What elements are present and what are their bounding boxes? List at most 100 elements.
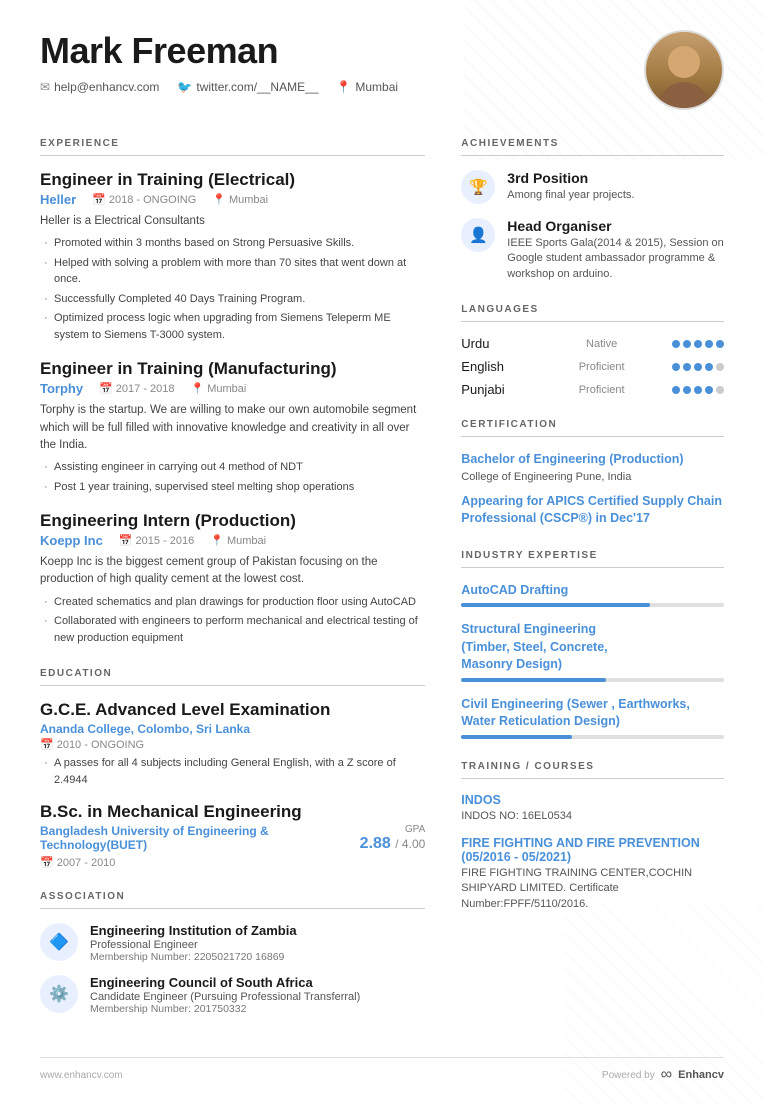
- pin-icon: 📍: [210, 534, 224, 547]
- lang-level-urdu: Native: [586, 338, 617, 350]
- training-name-0: INDOS: [461, 793, 724, 807]
- bullet-item: Optimized process logic when upgrading f…: [40, 310, 425, 343]
- footer-brand: Powered by ∞ Enhancv: [602, 1066, 724, 1084]
- expertise-entry-0: AutoCAD Drafting: [461, 582, 724, 608]
- achievement-desc-0: Among final year projects.: [507, 188, 634, 203]
- right-column: ACHIEVEMENTS 🏆 3rd Position Among final …: [461, 138, 724, 1037]
- association-section-title: ASSOCIATION: [40, 891, 425, 902]
- job-title-0: Engineer in Training (Electrical): [40, 170, 425, 190]
- training-entry-1: FIRE FIGHTING AND FIRE PREVENTION (05/20…: [461, 836, 724, 912]
- dot: [716, 340, 724, 348]
- assoc-info-1: Engineering Council of South Africa Cand…: [90, 975, 360, 1015]
- header-left: Mark Freeman ✉ help@enhancv.com 🐦 twitte…: [40, 30, 398, 94]
- achievement-entry-0: 🏆 3rd Position Among final year projects…: [461, 170, 724, 204]
- cert-entry-1: Appearing for APICS Certified Supply Cha…: [461, 493, 724, 528]
- job-desc-0: Heller is a Electrical Consultants: [40, 213, 425, 230]
- expertise-bar-bg-2: [461, 735, 724, 739]
- achievement-desc-1: IEEE Sports Gala(2014 & 2015), Session o…: [507, 236, 724, 282]
- job-bullets-1: Assisting engineer in carrying out 4 met…: [40, 459, 425, 495]
- location-contact: 📍 Mumbai: [336, 80, 398, 94]
- achievement-info-1: Head Organiser IEEE Sports Gala(2014 & 2…: [507, 218, 724, 282]
- header: Mark Freeman ✉ help@enhancv.com 🐦 twitte…: [40, 30, 724, 110]
- lang-entry-urdu: Urdu Native: [461, 336, 724, 351]
- industry-expertise-section: INDUSTRY EXPERTISE AutoCAD Drafting Stru…: [461, 550, 724, 739]
- education-divider: [40, 685, 425, 686]
- cert-entry-0: Bachelor of Engineering (Production) Col…: [461, 451, 724, 483]
- header-contact: ✉ help@enhancv.com 🐦 twitter.com/__NAME_…: [40, 80, 398, 94]
- lang-dots-punjabi: [672, 386, 724, 394]
- job-location-2: 📍 Mumbai: [210, 534, 266, 547]
- edu-gpa-block: GPA 2.88 / 4.00: [360, 824, 426, 853]
- edu-gpa-value: 2.88 / 4.00: [360, 835, 426, 853]
- pin-icon: 📍: [191, 382, 205, 395]
- achievement-title-1: Head Organiser: [507, 218, 724, 234]
- bullet-item: Created schematics and plan drawings for…: [40, 594, 425, 611]
- two-col-layout: EXPERIENCE Engineer in Training (Electri…: [40, 138, 724, 1037]
- enhancv-logo-symbol: ∞: [661, 1066, 672, 1084]
- bullet-item: Assisting engineer in carrying out 4 met…: [40, 459, 425, 476]
- job-meta-2: Koepp Inc 📅 2015 - 2016 📍 Mumbai: [40, 533, 425, 548]
- achievement-info-0: 3rd Position Among final year projects.: [507, 170, 634, 203]
- expertise-bar-fill-0: [461, 603, 650, 607]
- achievement-entry-1: 👤 Head Organiser IEEE Sports Gala(2014 &…: [461, 218, 724, 282]
- languages-section-title: LANGUAGES: [461, 304, 724, 315]
- expertise-name-0: AutoCAD Drafting: [461, 582, 724, 600]
- lang-entry-english: English Proficient: [461, 359, 724, 374]
- bullet-item: Helped with solving a problem with more …: [40, 255, 425, 288]
- dot: [683, 386, 691, 394]
- email-icon: ✉: [40, 80, 50, 94]
- cert-title-1: Appearing for APICS Certified Supply Cha…: [461, 493, 724, 528]
- assoc-info-0: Engineering Institution of Zambia Profes…: [90, 923, 297, 963]
- expertise-bar-bg-1: [461, 678, 724, 682]
- company-1: Torphy: [40, 381, 83, 396]
- languages-divider: [461, 321, 724, 322]
- expertise-name-2: Civil Engineering (Sewer , Earthworks,Wa…: [461, 696, 724, 731]
- education-section-title: EDUCATION: [40, 668, 425, 679]
- cert-title-0: Bachelor of Engineering (Production): [461, 451, 724, 469]
- calendar-icon: 📅: [92, 193, 106, 206]
- training-divider: [461, 778, 724, 779]
- job-desc-2: Koepp Inc is the biggest cement group of…: [40, 554, 425, 589]
- training-section: TRAINING / COURSES INDOS INDOS NO: 16EL0…: [461, 761, 724, 913]
- job-title-1: Engineer in Training (Manufacturing): [40, 359, 425, 379]
- achievements-section-title: ACHIEVEMENTS: [461, 138, 724, 149]
- lang-dots-english: [672, 363, 724, 371]
- expertise-bar-fill-2: [461, 735, 571, 739]
- lang-level-punjabi: Proficient: [579, 384, 625, 396]
- association-divider: [40, 908, 425, 909]
- training-section-title: TRAINING / COURSES: [461, 761, 724, 772]
- bullet-item: Post 1 year training, supervised steel m…: [40, 479, 425, 496]
- bullet-item: A passes for all 4 subjects including Ge…: [40, 755, 425, 788]
- dot: [683, 363, 691, 371]
- assoc-member-1: Membership Number: 201750332: [90, 1003, 360, 1015]
- job-meta-0: Heller 📅 2018 - ONGOING 📍 Mumbai: [40, 192, 425, 207]
- dot: [705, 386, 713, 394]
- dot: [683, 340, 691, 348]
- location-icon: 📍: [336, 80, 351, 94]
- avatar: [644, 30, 724, 110]
- dot: [694, 363, 702, 371]
- twitter-contact: 🐦 twitter.com/__NAME__: [177, 80, 318, 94]
- dot-empty: [716, 386, 724, 394]
- assoc-icon-0: 🔷: [40, 923, 78, 961]
- lang-name-urdu: Urdu: [461, 336, 531, 351]
- calendar-icon: 📅: [99, 382, 113, 395]
- edu-bullets-0: A passes for all 4 subjects including Ge…: [40, 755, 425, 788]
- lang-name-punjabi: Punjabi: [461, 382, 531, 397]
- certification-section: CERTIFICATION Bachelor of Engineering (P…: [461, 419, 724, 528]
- job-date-0: 📅 2018 - ONGOING: [92, 193, 196, 206]
- association-section: ASSOCIATION 🔷 Engineering Institution of…: [40, 891, 425, 1015]
- dot: [672, 340, 680, 348]
- edu-title-0: G.C.E. Advanced Level Examination: [40, 700, 425, 720]
- footer-website: www.enhancv.com: [40, 1070, 123, 1081]
- job-date-2: 📅 2015 - 2016: [119, 534, 194, 547]
- assoc-role-1: Candidate Engineer (Pursuing Professiona…: [90, 991, 360, 1003]
- assoc-entry-0: 🔷 Engineering Institution of Zambia Prof…: [40, 923, 425, 963]
- pin-icon: 📍: [212, 193, 226, 206]
- education-section: EDUCATION G.C.E. Advanced Level Examinat…: [40, 668, 425, 869]
- edu-entry-1: B.Sc. in Mechanical Engineering Banglade…: [40, 802, 425, 869]
- dot-empty: [716, 363, 724, 371]
- avatar-image: [646, 30, 722, 110]
- training-detail-1: FIRE FIGHTING TRAINING CENTER,COCHIN SHI…: [461, 866, 724, 912]
- bullet-item: Collaborated with engineers to perform m…: [40, 613, 425, 646]
